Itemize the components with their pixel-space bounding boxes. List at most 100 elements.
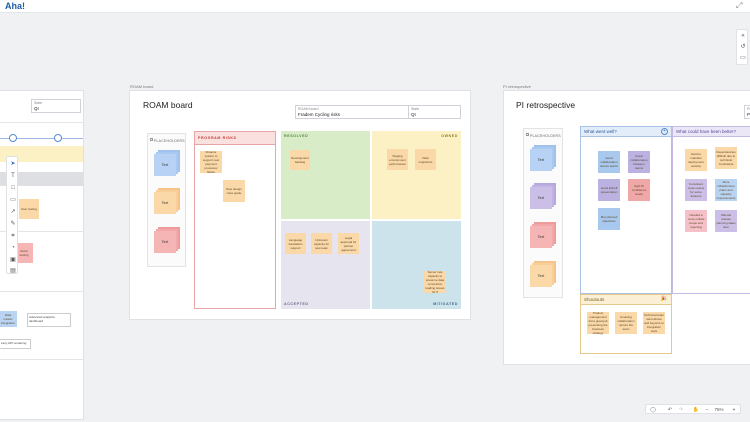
sticky-note[interactable]: Great collaboration between teams (628, 151, 650, 173)
placeholders-panel: PLACEHOLDERS Text Text Text (147, 133, 186, 267)
timeline-node[interactable] (9, 134, 17, 142)
resolved-label: RESOLVED (284, 134, 309, 138)
sticky-note[interactable]: Data master integration (0, 311, 17, 327)
sticky-note[interactable]: Technical team went above and beyond on … (643, 312, 665, 334)
party-icon: 🎉 (660, 296, 667, 302)
pi-field[interactable]: PI PI (744, 105, 750, 119)
pen-icon[interactable]: ✎ (9, 220, 17, 228)
right-toolbar: « ↺ ▭ (736, 29, 748, 65)
sticky-note[interactable]: Legal approval for partner agreement (338, 233, 359, 254)
divider (0, 291, 83, 292)
sticky-note[interactable]: Development backlog (290, 150, 310, 170)
sticky-note[interactable]: Product management did a great job prese… (587, 311, 609, 335)
sticky-note[interactable]: Consistent code review for some features (685, 179, 707, 201)
stack-label: Text (154, 192, 176, 214)
program-risks-column: PROGRAM RISKS Finance system to support … (194, 131, 276, 309)
checkbox-icon[interactable] (526, 133, 529, 136)
sticky-note[interactable]: User testing (19, 199, 39, 219)
pi-retrospective-frame: PI retrospective PI PI PLACEHOLDERS Text… (503, 90, 750, 365)
state-field-label: State (34, 101, 43, 105)
went-well-label: What went well? (584, 129, 617, 134)
rectangle-icon[interactable]: □ (9, 184, 17, 192)
sticky-note[interactable]: Server rate capacity to preserve data co… (424, 270, 446, 294)
frame-icon[interactable]: ⌗ (9, 232, 17, 240)
field-label: State (411, 107, 420, 111)
mini-card-label: Advanced analytics dashboard (29, 315, 55, 323)
sticky-note[interactable]: Hard to maintain deployment velocity (685, 149, 707, 171)
sticky-note[interactable]: Data migrations (415, 149, 436, 170)
sticky-note[interactable]: High PI confidence levels (628, 179, 650, 201)
timeline-node[interactable] (54, 134, 62, 142)
resolved-quadrant: RESOLVED Development backlog (281, 131, 370, 219)
zoom-level[interactable]: 75% (712, 406, 726, 414)
collapse-icon[interactable]: « (739, 32, 747, 40)
sticky-note[interactable]: Good kickoff presentation (598, 179, 620, 201)
pi-title: PI retrospective (516, 100, 576, 110)
mini-card-label: Lazy API rendering (1, 341, 27, 345)
program-risks-label: PROGRAM RISKS (198, 136, 237, 140)
expand-icon[interactable]: ⤢ (736, 2, 744, 10)
shapes-icon[interactable]: ◔ (9, 244, 17, 252)
sticky-note[interactable]: Dependencies difficult due to technical … (715, 147, 737, 169)
sticky-note[interactable]: Language translation support (285, 233, 306, 254)
placeholders-label: PLACEHOLDERS (154, 139, 185, 143)
zoom-in-icon[interactable]: + (730, 406, 738, 414)
roam-frame-label[interactable]: ROAM board (130, 84, 153, 89)
stack-label: Text (530, 226, 552, 248)
divider (0, 359, 83, 360)
sticky-note[interactable]: Manual release planning takes time (715, 210, 737, 232)
field-label: ROAM board (298, 107, 319, 111)
owned-label: OWNED (441, 134, 458, 138)
zoom-out-icon[interactable]: − (704, 406, 710, 414)
mitigated-label: MITIGATED (433, 302, 458, 306)
sticky-note[interactable]: Met planned objectives (598, 208, 620, 230)
stack-label: Text (154, 154, 176, 176)
aha-logo[interactable]: Aha! (5, 1, 25, 11)
undo-icon[interactable]: ↶ (666, 406, 674, 414)
top-bar: Aha! ⤢ (0, 0, 750, 13)
select-icon[interactable]: ➤ (9, 160, 17, 168)
sticky-note[interactable]: Staging environment performance (387, 149, 408, 170)
stack-label: Text (530, 187, 552, 209)
sticky-note[interactable]: Amazing collaboration across the team (615, 312, 637, 334)
divider (0, 122, 83, 123)
shoutouts-header: Shoutouts 🎉 (581, 295, 671, 305)
accepted-quadrant: Language translation support Unknown cap… (281, 221, 370, 309)
mini-card[interactable]: Lazy API rendering (0, 339, 31, 349)
history-icon[interactable]: ↺ (739, 43, 747, 51)
comment-icon[interactable]: ▭ (9, 196, 17, 204)
could-be-better-label: What could have been better? (676, 129, 737, 134)
mini-card[interactable]: Advanced analytics dashboard (27, 313, 71, 327)
sticky-note[interactable]: More infrastructure plans and capacity i… (715, 179, 737, 201)
add-icon[interactable]: + (661, 128, 668, 135)
sticky-note[interactable]: New design rules guide (223, 180, 245, 202)
shoutouts-section: Shoutouts 🎉 Product management did a gre… (580, 294, 672, 354)
comments-icon[interactable]: ▭ (739, 54, 747, 62)
stack-label: Text (530, 265, 552, 287)
shoutouts-label: Shoutouts (584, 297, 605, 302)
image-icon[interactable]: ▣ (9, 256, 17, 264)
text-icon[interactable]: T (9, 172, 17, 180)
pi-frame-label[interactable]: PI retrospective (503, 84, 531, 89)
went-well-column: What went well? + Good collaboration acr… (580, 126, 672, 294)
state-field[interactable]: State QI (408, 105, 461, 119)
sticky-note[interactable]: Good collaboration across teams (598, 151, 620, 173)
stack-label: Text (530, 149, 552, 171)
placeholders-label: PLACEHOLDERS (530, 134, 561, 138)
redo-icon[interactable]: ↷ (677, 406, 685, 414)
state-field[interactable]: State QI (31, 99, 81, 113)
could-be-better-header: What could have been better? + (673, 127, 750, 137)
sticky-note[interactable]: Needed a more unified scope and reportin… (685, 210, 707, 232)
mitigated-quadrant: Server rate capacity to preserve data co… (372, 221, 461, 309)
checkbox-icon[interactable] (150, 138, 153, 141)
sticky-note[interactable]: Finance system to support new payment pr… (200, 150, 222, 174)
sticky-note[interactable]: Unknown capacity for new team (311, 233, 332, 254)
template-icon[interactable]: ▤ (9, 267, 17, 275)
placeholders-panel: PLACEHOLDERS Text Text Text Text (523, 128, 563, 298)
program-risks-header: PROGRAM RISKS (195, 132, 275, 145)
roam-board-field[interactable]: ROAM board Fradem Cycling risks (295, 105, 409, 119)
connector-icon[interactable]: ↗ (9, 208, 17, 216)
hand-icon[interactable]: ✋ (692, 406, 700, 414)
chat-icon[interactable]: ◯ (649, 406, 657, 414)
stack-label: Text (154, 231, 176, 253)
